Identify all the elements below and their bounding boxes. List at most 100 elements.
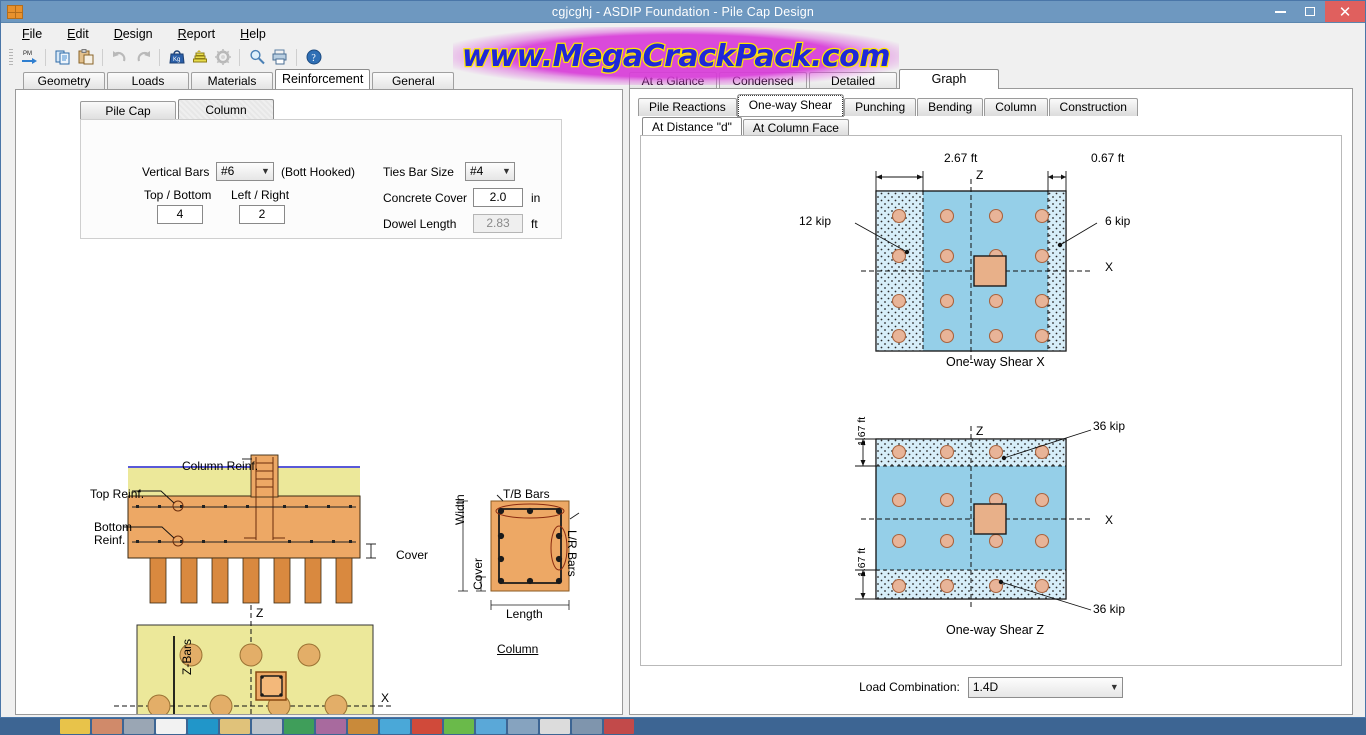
settings-button[interactable] [212, 47, 233, 68]
menu-bar: File Edit Design Report Help [1, 23, 1365, 44]
copy-button[interactable] [52, 47, 73, 68]
tb-bars-label: T/B Bars [503, 487, 550, 501]
taskbar-item-11[interactable] [380, 719, 410, 734]
rtab2-at-distance-d[interactable]: At Distance "d" [642, 117, 742, 136]
rtab-bending[interactable]: Bending [917, 98, 984, 116]
load-combination-value: 1.4D [972, 679, 999, 694]
concrete-cover-unit: in [531, 191, 541, 205]
rtab-pile-reactions[interactable]: Pile Reactions [638, 98, 737, 116]
shear-z-annotation-top: 36 kip [1093, 419, 1126, 433]
taskbar-item-4[interactable] [156, 719, 186, 734]
menu-item-edit[interactable]: Edit [64, 25, 92, 43]
load-combination-row: Load Combination: 1.4D ▼ [630, 676, 1352, 698]
tab-loads[interactable]: Loads [107, 72, 189, 89]
taskbar-item-15[interactable] [508, 719, 538, 734]
results-panel: Pile Reactions One-way Shear Punching Be… [629, 88, 1353, 715]
chevron-down-icon: ▼ [502, 166, 511, 176]
taskbar-item-9[interactable] [316, 719, 346, 734]
taskbar-item-8[interactable] [284, 719, 314, 734]
concrete-cover-input[interactable]: 2.0 [473, 188, 523, 207]
tab-at-a-glance[interactable]: At a Glance [629, 72, 717, 89]
rtab-punching[interactable]: Punching [844, 98, 917, 116]
paste-icon [78, 49, 93, 65]
left-sub-tab-strip: Pile Cap Column [80, 99, 276, 120]
rtab-column[interactable]: Column [984, 98, 1048, 116]
tab-materials[interactable]: Materials [191, 72, 273, 89]
plan-axis-z-label: Z [256, 606, 264, 620]
taskbar-item-2[interactable] [92, 719, 122, 734]
chevron-down-icon: ▼ [1109, 681, 1119, 692]
bottom-reinf-label-2: Reinf. [94, 533, 126, 547]
taskbar-item-12[interactable] [412, 719, 442, 734]
taskbar-item-5[interactable] [188, 719, 218, 734]
taskbar-item-14[interactable] [476, 719, 506, 734]
content-body: Pile Cap Column Vertical Bars #6 ▼ (Bott… [1, 88, 1365, 717]
load-combination-select[interactable]: 1.4D ▼ [967, 676, 1123, 698]
tab-graph[interactable]: Graph [899, 69, 999, 89]
tab-general[interactable]: General [372, 72, 455, 89]
window-controls: ✕ [1265, 1, 1365, 22]
print-button[interactable] [269, 47, 290, 68]
dowel-length-unit: ft [531, 217, 538, 231]
column-section-caption: Column [497, 642, 539, 656]
minimize-button[interactable] [1265, 1, 1295, 22]
menu-item-help[interactable]: Help [237, 25, 269, 43]
sub-tab-column[interactable]: Column [178, 99, 274, 120]
load-combination-label: Load Combination: [859, 680, 960, 694]
taskbar-item-6[interactable] [220, 719, 250, 734]
taskbar-item-10[interactable] [348, 719, 378, 734]
sub-tab-pile-cap[interactable]: Pile Cap [80, 101, 176, 120]
graph-canvas: 2.67 ft 0.67 ft Z X 12 kip 6 kip One-way… [640, 135, 1342, 666]
rtab2-at-column-face[interactable]: At Column Face [742, 119, 849, 136]
taskbar-item-18[interactable] [604, 719, 634, 734]
paste-button[interactable] [75, 47, 96, 68]
width-label: Width [453, 494, 467, 525]
svg-text:PM: PM [23, 51, 32, 57]
title-bar: cgjcghj - ASDIP Foundation - Pile Cap De… [1, 1, 1365, 23]
close-button[interactable]: ✕ [1325, 1, 1365, 22]
menu-item-file[interactable]: File [19, 25, 45, 43]
help-button[interactable]: ? [303, 47, 324, 68]
app-logo-icon [7, 4, 23, 19]
tab-reinforcement[interactable]: Reinforcement [275, 69, 371, 89]
toolbar-separator [102, 48, 103, 66]
tab-geometry[interactable]: Geometry [23, 72, 105, 89]
left-right-input[interactable]: 2 [239, 205, 285, 224]
taskbar-item-7[interactable] [252, 719, 282, 734]
taskbar-item-17[interactable] [572, 719, 602, 734]
menu-item-report[interactable]: Report [175, 25, 219, 43]
rtab-construction[interactable]: Construction [1048, 98, 1138, 116]
redo-button[interactable] [132, 47, 153, 68]
tab-detailed[interactable]: Detailed [809, 72, 897, 89]
top-bottom-input[interactable]: 4 [157, 205, 203, 224]
undo-button[interactable] [109, 47, 130, 68]
rtab-one-way-shear[interactable]: One-way Shear [736, 94, 845, 117]
chevron-down-icon: ▼ [261, 166, 270, 176]
menu-item-design[interactable]: Design [111, 25, 156, 43]
one-way-shear-x-diagram [854, 171, 1098, 361]
tab-condensed[interactable]: Condensed [719, 72, 807, 89]
design-button[interactable] [189, 47, 210, 68]
loads-button[interactable]: Kg [166, 47, 187, 68]
toolbar-grip[interactable] [9, 48, 13, 66]
taskbar-item-16[interactable] [540, 719, 570, 734]
ties-bar-size-label: Ties Bar Size [383, 165, 454, 179]
minimize-icon [1274, 10, 1286, 13]
maximize-button[interactable] [1295, 1, 1325, 22]
taskbar [0, 718, 1366, 735]
close-icon: ✕ [1338, 3, 1352, 21]
left-right-label: Left / Right [231, 188, 290, 202]
ties-bar-size-select[interactable]: #4 ▼ [465, 162, 515, 181]
top-bottom-label: Top / Bottom [144, 188, 212, 202]
print-preview-button[interactable] [246, 47, 267, 68]
length-label: Length [506, 607, 543, 621]
dowel-length-input: 2.83 [473, 214, 523, 233]
taskbar-item-13[interactable] [444, 719, 474, 734]
taskbar-item-3[interactable] [124, 719, 154, 734]
main-tab-strip-right: At a Glance Condensed Detailed Graph [629, 69, 1001, 89]
taskbar-item-1[interactable] [60, 719, 90, 734]
project-manager-button[interactable]: PM [18, 47, 39, 68]
vertical-bars-select[interactable]: #6 ▼ [216, 162, 274, 181]
main-tab-strip: Geometry Loads Materials Reinforcement G… [1, 69, 1365, 89]
shear-z-title: One-way Shear Z [946, 623, 1044, 637]
